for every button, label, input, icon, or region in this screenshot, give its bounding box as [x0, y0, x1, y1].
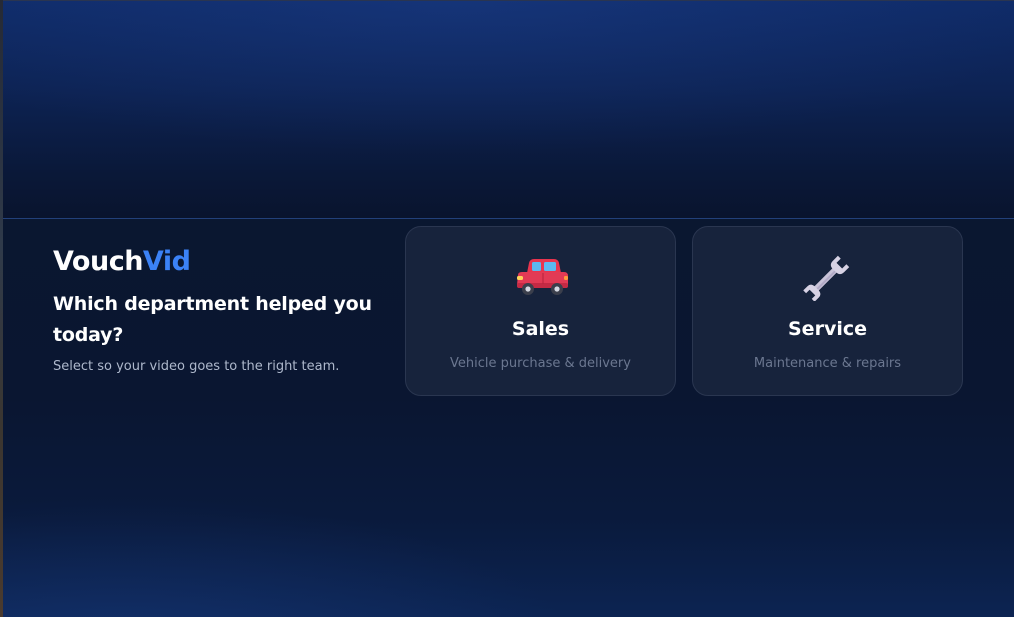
- department-title: Sales: [511, 318, 570, 340]
- car-icon: [513, 253, 569, 301]
- department-subtitle: Select so your video goes to the right t…: [53, 359, 340, 374]
- department-title: Service: [788, 318, 867, 340]
- wrench-icon: [800, 253, 856, 302]
- brand-logo: VouchVid: [53, 245, 191, 279]
- header-glow: [3, 1, 1014, 218]
- brand-name-part2: Vid: [142, 246, 191, 277]
- department-card-service[interactable]: Service Maintenance & repairs: [692, 226, 963, 396]
- brand-name-part1: Vouch: [53, 246, 143, 277]
- department-description: Vehicle purchase & delivery: [450, 356, 631, 371]
- department-question: Which department helped you today?: [53, 293, 372, 346]
- department-card-sales[interactable]: Sales Vehicle purchase & delivery: [405, 226, 676, 396]
- app-window: VouchVid Which department helped you tod…: [0, 0, 1014, 617]
- department-description: Maintenance & repairs: [753, 356, 902, 371]
